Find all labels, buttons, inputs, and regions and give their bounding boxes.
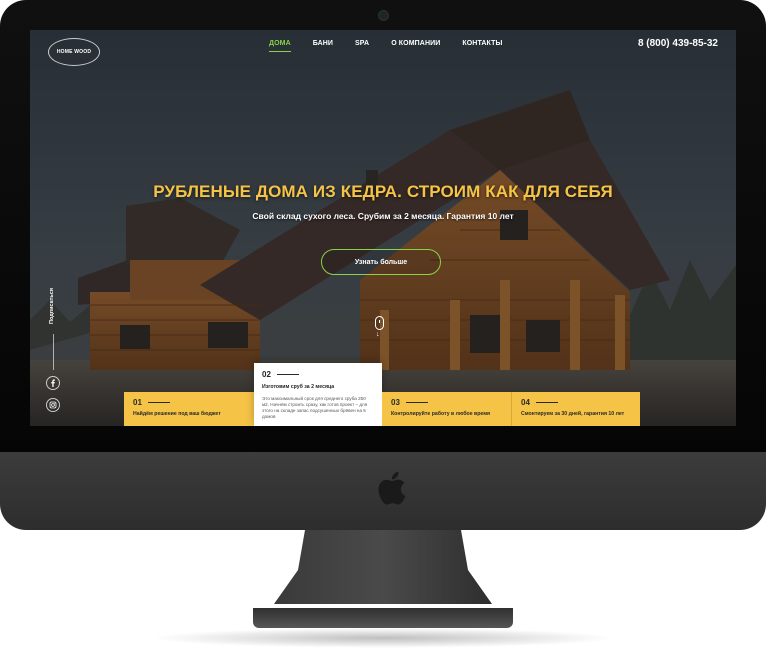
feature-card-02[interactable]: 02 Изготовим сруб за 2 месяца Это максим… bbox=[254, 363, 382, 426]
arrow-down-icon: ↓ bbox=[376, 331, 380, 338]
learn-more-button[interactable]: Узнать больше bbox=[321, 249, 441, 275]
monitor-shadow bbox=[150, 628, 616, 648]
feature-number: 03 bbox=[391, 398, 503, 407]
nav-item-contacts[interactable]: КОНТАКТЫ bbox=[462, 40, 502, 52]
apple-logo-icon bbox=[378, 471, 406, 505]
instagram-icon[interactable] bbox=[46, 398, 60, 412]
feature-description: Это максимальный срок для среднего сруба… bbox=[262, 396, 368, 419]
logo-text: HOME WOOD bbox=[56, 49, 92, 55]
hero-subtitle: Свой склад сухого леса. Срубим за 2 меся… bbox=[252, 211, 514, 221]
nav-item-about[interactable]: О КОМПАНИИ bbox=[391, 40, 440, 52]
camera-icon bbox=[378, 10, 389, 21]
feature-text: Изготовим сруб за 2 месяца bbox=[262, 384, 335, 390]
nav-item-spa[interactable]: SPA bbox=[355, 40, 369, 52]
monitor-foot bbox=[253, 608, 513, 628]
main-nav: ДОМА БАНИ SPA О КОМПАНИИ КОНТАКТЫ bbox=[269, 40, 502, 52]
feature-card-03[interactable]: 03 Контролируйте работу в любое время bbox=[382, 392, 512, 426]
log-house-background bbox=[30, 30, 736, 426]
subscribe-label: Подписаться bbox=[49, 288, 55, 324]
home-wood-logo[interactable]: HOME WOOD bbox=[48, 38, 100, 66]
website-screen: HOME WOOD ДОМА БАНИ SPA О КОМПАНИИ КОНТА… bbox=[30, 30, 736, 426]
rail-divider bbox=[53, 334, 54, 370]
nav-item-bani[interactable]: БАНИ bbox=[313, 40, 333, 52]
hero-title: РУБЛЕНЫЕ ДОМА ИЗ КЕДРА. СТРОИМ КАК ДЛЯ С… bbox=[153, 182, 613, 201]
facebook-icon[interactable] bbox=[46, 376, 60, 390]
feature-text: Смонтируем за 30 дней, гарантия 10 лет bbox=[521, 411, 625, 417]
monitor-stand bbox=[274, 530, 492, 604]
header-phone[interactable]: 8 (800) 439-85-32 bbox=[638, 38, 718, 49]
feature-card-01[interactable]: 01 Найдём решение под ваш бюджет bbox=[124, 392, 254, 426]
nav-item-doma[interactable]: ДОМА bbox=[269, 40, 291, 52]
feature-number: 01 bbox=[133, 398, 246, 407]
feature-number: 04 bbox=[521, 398, 632, 407]
feature-card-04[interactable]: 04 Смонтируем за 30 дней, гарантия 10 ле… bbox=[512, 392, 640, 426]
scroll-mouse-icon[interactable] bbox=[375, 316, 384, 330]
feature-number: 02 bbox=[262, 370, 374, 379]
feature-text: Найдём решение под ваш бюджет bbox=[133, 411, 221, 417]
feature-text: Контролируйте работу в любое время bbox=[391, 411, 491, 417]
